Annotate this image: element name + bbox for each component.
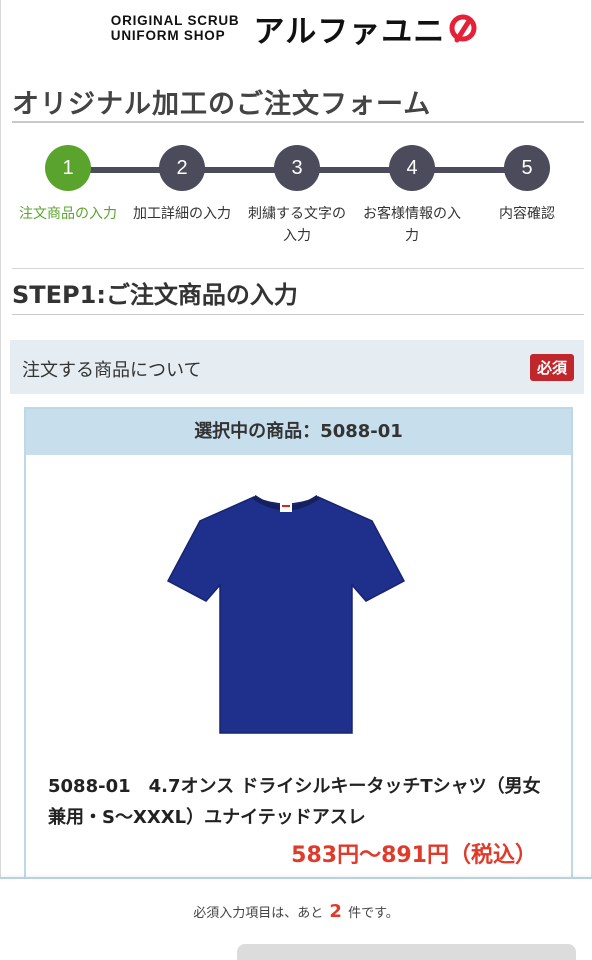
step-label: お客様情報の入力 [363,206,461,244]
remaining-prefix: 必須入力項目は、あと [193,906,324,921]
step-2[interactable]: 2 加工詳細の入力 [124,145,240,225]
step-label: 加工詳細の入力 [133,206,231,222]
section-title: 注文する商品について [22,360,202,381]
logo-english[interactable]: ORIGINAL SCRUB UNIFORM SHOP [111,13,240,43]
step-circle: 2 [159,145,205,191]
section-header: 注文する商品について 必須 [10,340,584,394]
bottom-status-bar: 必須入力項目は、あと 2 件です。 [0,877,592,960]
step-circle: 3 [274,145,320,191]
required-badge: 必須 [529,354,574,381]
step-1[interactable]: 1 注文商品の入力 [10,145,126,225]
product-price: 583円〜891円（税込） [291,843,537,868]
step-label: 内容確認 [499,206,555,222]
page-title: オリジナル加工のご注文フォーム [12,89,432,120]
remaining-suffix: 件です。 [348,906,399,921]
product-name: 5088-01 4.7オンス ドライシルキータッチTシャツ（男女兼用・S〜XXX… [48,776,541,828]
tshirt-navy-icon[interactable] [166,489,406,737]
remaining-count: 2 [329,901,342,922]
step-heading-divider [12,314,584,315]
step-label: 注文商品の入力 [19,206,117,222]
logo-japanese[interactable]: アルファユニ [254,6,446,51]
alpha-uni-mark-icon [449,14,477,43]
step-3[interactable]: 3 刺繍する文字の入力 [239,145,355,247]
step-label: 刺繍する文字の入力 [248,206,346,244]
step-4[interactable]: 4 お客様情報の入力 [354,145,470,247]
selected-product-panel: 選択中の商品：5088-01 5088-01 4.7オンス ドライシルキータッチ… [24,407,573,927]
step-heading: STEP1:ご注文商品の入力 [12,281,298,309]
step-circle: 4 [389,145,435,191]
site-header: ORIGINAL SCRUB UNIFORM SHOP アルファユニ [0,0,592,56]
title-divider [12,121,584,123]
remaining-required-notice: 必須入力項目は、あと 2 件です。 [0,901,592,922]
logo-en-line1: ORIGINAL SCRUB [110,13,240,28]
step-circle: 1 [45,145,91,191]
step-circle: 5 [504,145,550,191]
next-button[interactable] [237,944,576,960]
step-5[interactable]: 5 内容確認 [469,145,585,225]
logo-en-line2: UNIFORM SHOP [110,28,226,43]
steps-divider [12,268,584,269]
selected-product-header: 選択中の商品：5088-01 [26,409,571,455]
